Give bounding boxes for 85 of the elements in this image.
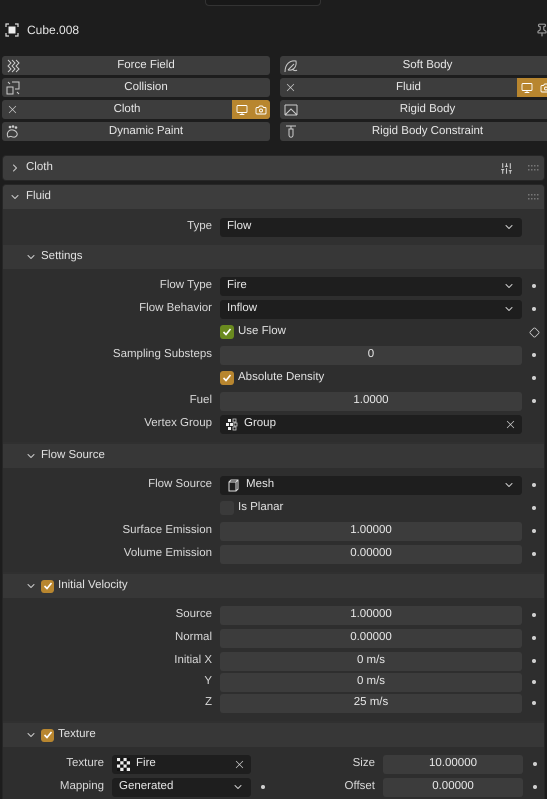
panel-header[interactable]: Fluid [3,185,544,209]
object-name: Cube.008 [27,22,80,39]
monitor-icon [236,104,248,116]
number-field[interactable]: 0.00000 [220,628,522,648]
field-label: Normal [174,631,212,644]
number-field[interactable]: 0 [220,346,522,364]
checkbox[interactable] [41,580,54,592]
dropdown[interactable]: Fire [220,276,522,296]
field-label: Initial X [174,654,212,666]
field-label: Flow Behavior [139,302,212,314]
physics-button[interactable]: Fluid [280,78,547,97]
field-label: Z [204,696,212,708]
render-toggle[interactable] [251,100,270,119]
vertex-group-icon [225,418,238,430]
keyframe-diamond-icon[interactable] [528,326,540,338]
dropdown[interactable]: Mesh [220,476,522,494]
field-label: Flow Type [160,279,212,292]
field-label: Mapping [60,780,104,792]
panel-header[interactable]: Cloth [3,156,544,180]
physics-button[interactable]: Cloth [2,100,270,119]
number-field[interactable]: 0 m/s [220,672,522,692]
physics-button[interactable]: Dynamic Paint [2,122,270,141]
pin-icon[interactable] [535,23,547,37]
monitor-icon [520,82,532,94]
object-icon [5,23,19,37]
field-label: Flow Source [148,478,212,490]
checkbox[interactable] [220,371,234,385]
subpanel-header[interactable]: Texture [3,723,544,747]
subpanel-header[interactable]: Flow Source [3,444,544,468]
checkmark-icon [222,327,232,337]
checkmark-icon [42,581,52,591]
checkbox-label: Is Planar [238,500,284,516]
number-field[interactable]: 0.00000 [383,778,523,796]
number-field[interactable]: 0 m/s [220,652,522,670]
number-field[interactable]: 10.00000 [383,754,523,774]
field-label: Offset [344,780,375,792]
physics-button[interactable]: Collision [2,78,270,97]
rigid-body-icon [284,102,298,116]
number-field[interactable]: 1.00000 [220,606,522,624]
number-field[interactable]: 25 m/s [220,694,522,712]
subpanel-header[interactable]: Settings [3,245,544,269]
physics-button[interactable]: Rigid Body [280,100,547,119]
subpanel-header[interactable]: Initial Velocity [3,574,544,598]
paint-blob-icon [6,124,20,138]
checkbox[interactable] [220,325,234,339]
leaf-icon [284,58,298,72]
close-icon[interactable] [6,103,19,116]
texture-field[interactable]: Fire [112,754,251,774]
collision-icon [6,80,20,94]
field-label: Size [352,757,375,770]
sliders-icon[interactable] [500,162,513,174]
checkmark-icon [42,730,52,740]
field-label: Fuel [190,394,212,406]
cube-icon [227,478,240,492]
close-icon[interactable] [284,81,297,94]
field-label: Volume Emission [124,547,212,560]
camera-icon [254,104,266,116]
field-label: Texture [66,757,104,770]
physics-button[interactable]: Force Field [2,56,270,75]
checker-icon [117,758,130,770]
vertex-group-field[interactable]: Group [220,414,522,434]
dropdown[interactable]: Generated [112,778,251,796]
field-label: Source [176,608,212,620]
field-label: Y [204,675,212,688]
checkbox[interactable] [41,728,54,742]
dropdown[interactable]: Flow [220,218,522,236]
physics-button[interactable]: Soft Body [280,56,547,75]
field-label: Type [187,220,212,232]
checkbox-label: Use Flow [238,324,286,340]
checkmark-icon [222,373,232,383]
number-field[interactable]: 0.00000 [220,544,522,564]
number-field[interactable]: 1.0000 [220,392,522,410]
field-label: Sampling Substeps [112,348,212,360]
checkbox-label: Absolute Density [238,370,324,386]
dropdown[interactable]: Inflow [220,300,522,318]
drag-handle-icon[interactable] [528,194,540,200]
viewport-toggle[interactable] [517,78,536,97]
viewport-toggle[interactable] [232,100,251,119]
waves-icon [6,58,20,72]
drag-handle-icon[interactable] [528,165,540,171]
physics-button[interactable]: Rigid Body Constraint [280,122,547,141]
number-field[interactable]: 1.00000 [220,522,522,540]
hinge-icon [284,124,298,138]
field-label: Surface Emission [122,524,212,536]
field-label: Vertex Group [144,417,212,430]
